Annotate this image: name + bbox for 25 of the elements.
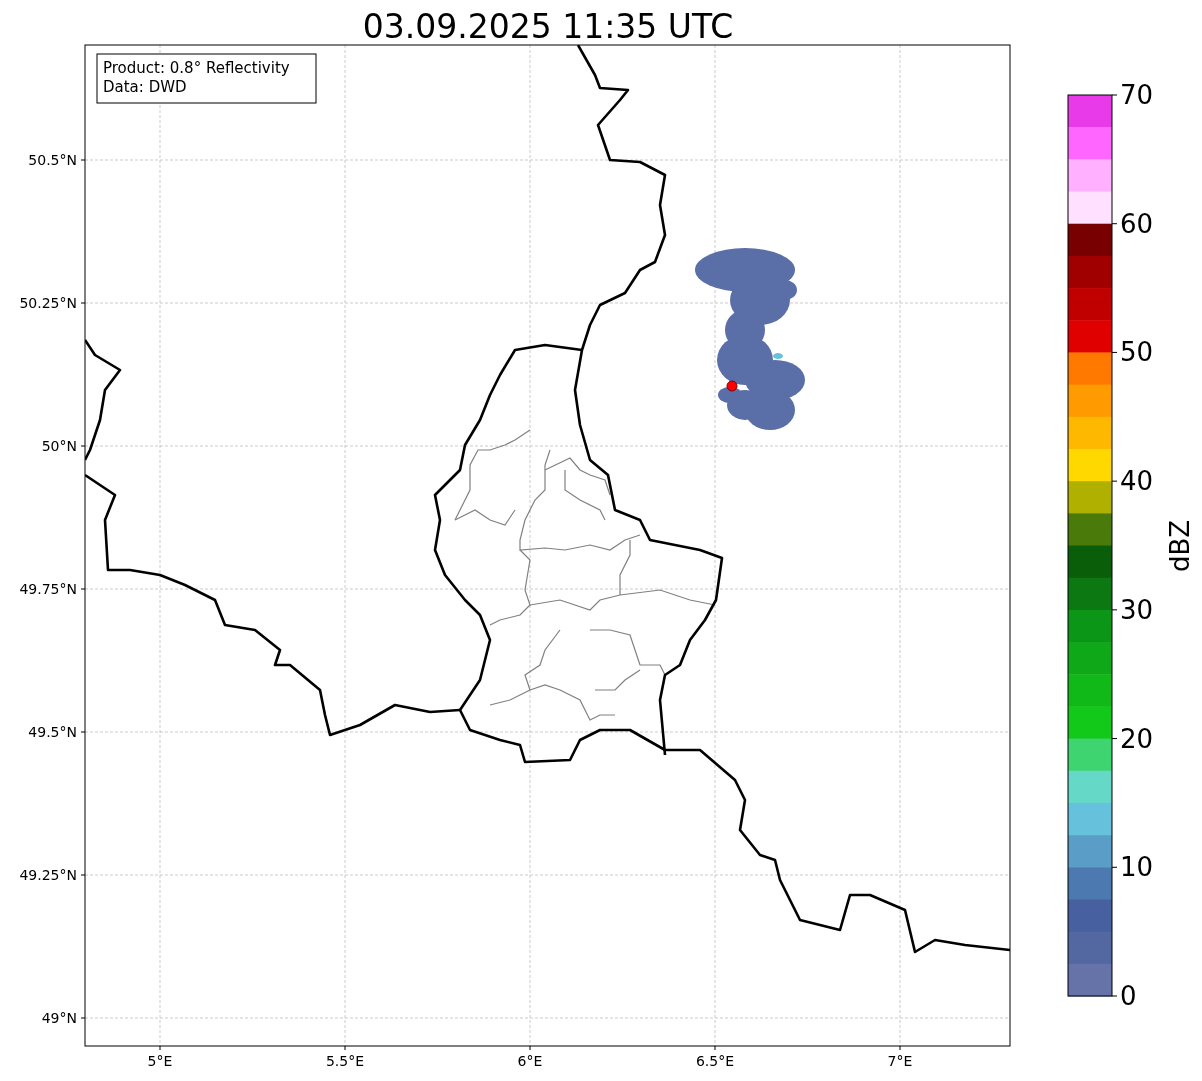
- plot-title: 03.09.2025 11:35 UTC: [362, 7, 734, 46]
- colorbar-label: 10: [1120, 852, 1154, 883]
- latitude-label: 49.5°N: [28, 724, 77, 740]
- longitude-label: 6°E: [517, 1053, 543, 1069]
- longitude-label: 5°E: [147, 1053, 173, 1069]
- latitude-label: 50°N: [41, 438, 77, 454]
- info-text: Product: 0.8° Reflectivity: [103, 59, 290, 77]
- colorbar-label: 50: [1120, 337, 1154, 368]
- longitude-label: 5.5°E: [325, 1053, 365, 1069]
- colorbar-label: 30: [1120, 594, 1154, 625]
- radar-site-marker: [726, 380, 738, 392]
- latitude-label: 49.25°N: [19, 867, 77, 883]
- colorbar-label: 0: [1120, 981, 1137, 1011]
- colorbar-title: dBZ: [1165, 519, 1195, 573]
- colorbar-label: 40: [1120, 466, 1154, 497]
- colorbar-label: 60: [1120, 208, 1154, 239]
- latitude-label: 49°N: [41, 1010, 77, 1026]
- latitude-label: 49.75°N: [19, 581, 77, 597]
- colorbar-label: 70: [1120, 80, 1154, 110]
- colorbar-label: 20: [1120, 723, 1154, 754]
- latitude-label: 50.5°N: [28, 152, 77, 168]
- latitude-label: 50.25°N: [19, 295, 77, 311]
- longitude-label: 7°E: [887, 1053, 913, 1069]
- info-text: Data: DWD: [103, 78, 187, 96]
- longitude-label: 6.5°E: [695, 1053, 735, 1069]
